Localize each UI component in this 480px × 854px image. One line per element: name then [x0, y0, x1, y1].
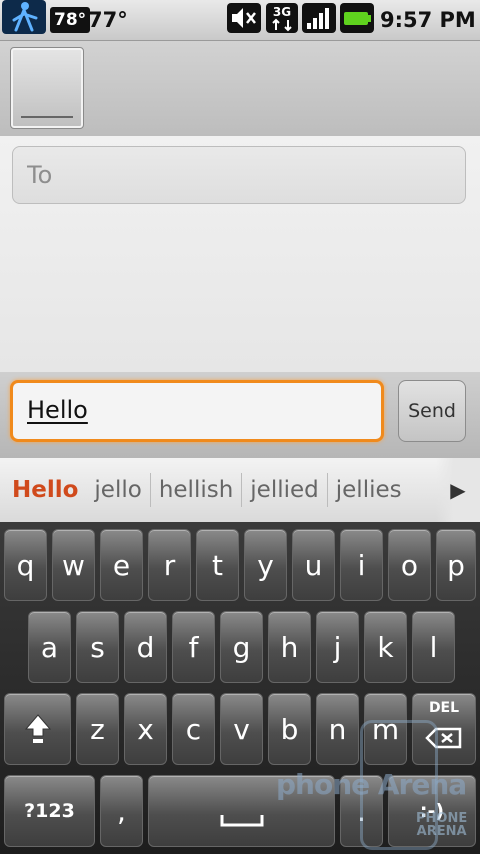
key-u[interactable]: u — [292, 529, 335, 601]
key-m[interactable]: m — [364, 693, 407, 765]
conversation-header — [0, 41, 480, 136]
mute-icon — [227, 3, 261, 33]
shift-key[interactable] — [4, 693, 71, 765]
key-z[interactable]: z — [76, 693, 119, 765]
key-p[interactable]: p — [436, 529, 476, 601]
suggestion-item[interactable]: Hello — [0, 477, 86, 503]
key-y[interactable]: y — [244, 529, 287, 601]
key-j[interactable]: j — [316, 611, 359, 683]
clock: 9:57 PM — [380, 8, 476, 32]
aim-icon — [2, 0, 46, 34]
key-v[interactable]: v — [220, 693, 263, 765]
key-c[interactable]: c — [172, 693, 215, 765]
signal-icon — [302, 3, 336, 33]
space-key[interactable] — [148, 775, 335, 847]
svg-text:3G: 3G — [273, 5, 291, 19]
key-a[interactable]: a — [28, 611, 71, 683]
message-text: Hello — [27, 396, 88, 424]
delete-label: DEL — [428, 700, 460, 716]
key-r[interactable]: r — [148, 529, 191, 601]
key-x[interactable]: x — [124, 693, 167, 765]
key-t[interactable]: t — [196, 529, 239, 601]
key-b[interactable]: b — [268, 693, 311, 765]
recipient-input[interactable] — [13, 147, 465, 203]
key-h[interactable]: h — [268, 611, 311, 683]
suggestion-item[interactable]: jellied — [242, 477, 326, 503]
key-g[interactable]: g — [220, 611, 263, 683]
key-q[interactable]: q — [4, 529, 47, 601]
key-k[interactable]: k — [364, 611, 407, 683]
compose-area — [0, 136, 480, 372]
key-f[interactable]: f — [172, 611, 215, 683]
backspace-icon — [425, 727, 462, 749]
temperature: 77° — [88, 8, 128, 32]
key-l[interactable]: l — [412, 611, 455, 683]
contact-badge[interactable] — [10, 47, 84, 129]
comma-key[interactable]: , — [100, 775, 143, 847]
message-bar: Hello Send — [0, 372, 480, 458]
key-w[interactable]: w — [52, 529, 95, 601]
delete-key[interactable]: DEL — [412, 693, 476, 765]
send-button[interactable]: Send — [398, 380, 466, 442]
suggestion-item[interactable]: hellish — [151, 477, 241, 503]
suggestion-item[interactable]: jello — [86, 477, 149, 503]
to-field[interactable] — [12, 146, 466, 204]
key-n[interactable]: n — [316, 693, 359, 765]
weather-icon-temp: 78° — [50, 7, 91, 33]
symbols-key[interactable]: ?123 — [4, 775, 95, 847]
more-suggestions-arrow-icon[interactable]: ▶ — [436, 458, 480, 522]
status-bar: 78° 77° 3G 9:57 PM — [0, 0, 480, 41]
battery-icon — [340, 3, 374, 33]
keyboard: q w e r t y u i o p a s d f g h j k l z … — [0, 522, 480, 854]
suggestion-strip: Hello jello hellish jellied jellies ▶ — [0, 458, 480, 522]
weather-badge: 78° — [50, 6, 91, 34]
key-d[interactable]: d — [124, 611, 167, 683]
key-o[interactable]: o — [388, 529, 431, 601]
message-input[interactable]: Hello — [10, 380, 384, 442]
key-i[interactable]: i — [340, 529, 383, 601]
key-e[interactable]: e — [100, 529, 143, 601]
3g-icon: 3G — [266, 3, 298, 33]
smiley-key[interactable]: :-) — [388, 775, 476, 847]
space-bar-icon — [220, 815, 263, 827]
period-key[interactable]: . — [340, 775, 383, 847]
suggestion-item[interactable]: jellies — [328, 477, 416, 503]
key-s[interactable]: s — [76, 611, 119, 683]
shift-icon — [24, 714, 51, 743]
